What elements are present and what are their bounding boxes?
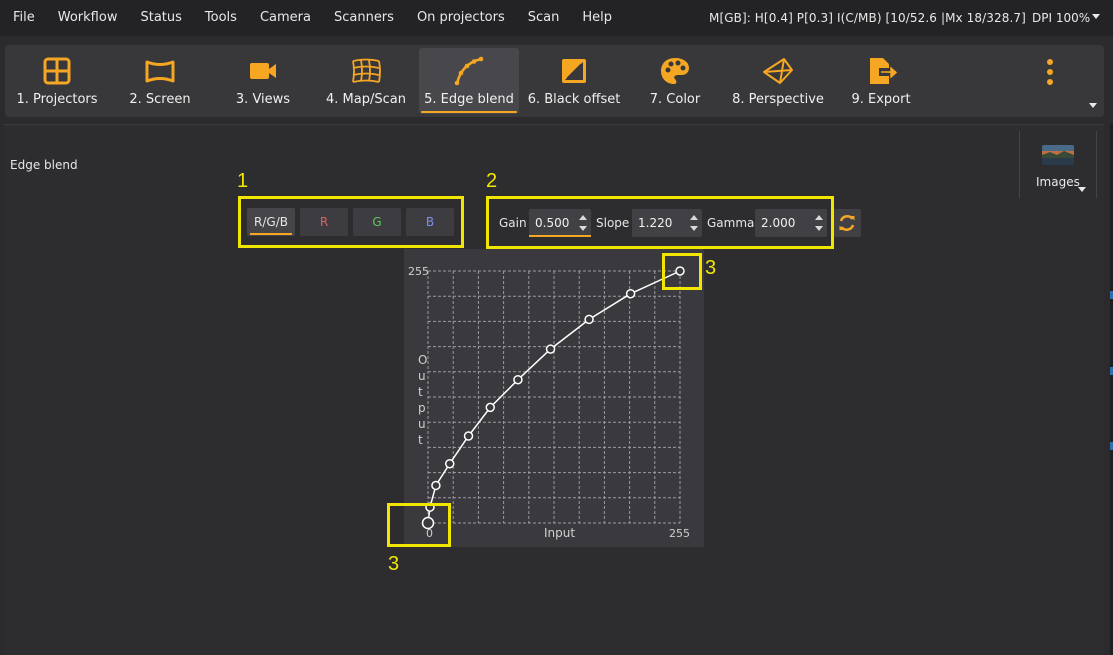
tool-projectors-button[interactable]: 1. Projectors xyxy=(14,48,100,114)
menu-scanners[interactable]: Scanners xyxy=(322,1,405,35)
annotation-box-3-bottom xyxy=(387,503,451,547)
tool-export-button[interactable]: 9. Export xyxy=(841,48,921,114)
tool-projectors-label: 1. Projectors xyxy=(16,92,98,107)
tool-screen-label: 2. Screen xyxy=(129,92,191,107)
menu-file[interactable]: File xyxy=(0,1,46,35)
chart-grid xyxy=(427,270,681,524)
x-tick-label-max: 255 xyxy=(669,527,690,540)
y-axis-label: Output xyxy=(418,353,427,447)
tool-color-button[interactable]: 7. Color xyxy=(635,48,715,114)
tool-map-scan-label: 4. Map/Scan xyxy=(326,92,406,107)
tool-edge-blend-label: 5. Edge blend xyxy=(424,92,514,107)
menu-tools[interactable]: Tools xyxy=(193,1,248,35)
menu-camera[interactable]: Camera xyxy=(248,1,322,35)
chevron-down-icon[interactable] xyxy=(1078,187,1086,192)
tool-black-offset-button[interactable]: 6. Black offset xyxy=(527,48,621,114)
tool-black-offset-label: 6. Black offset xyxy=(527,92,621,107)
menu-help[interactable]: Help xyxy=(571,1,624,35)
curve-control-point[interactable] xyxy=(431,480,441,491)
dpi-selector[interactable]: DPI 100% xyxy=(1032,0,1090,36)
tool-export-label: 9. Export xyxy=(851,92,911,107)
workflow-toolbar: 1. Projectors 2. Screen 3. Views 4. Map/… xyxy=(5,45,1104,117)
annotation-box-2 xyxy=(486,196,834,249)
curve-control-point[interactable] xyxy=(584,314,594,325)
tool-perspective-label: 8. Perspective xyxy=(732,92,824,107)
tool-perspective-button[interactable]: 8. Perspective xyxy=(727,48,829,114)
toolbar-overflow-arrow-icon[interactable] xyxy=(1089,103,1097,108)
curve-control-point[interactable] xyxy=(485,402,496,413)
tool-views-label: 3. Views xyxy=(235,92,291,107)
reset-button[interactable] xyxy=(833,209,861,237)
menu-status[interactable]: Status xyxy=(129,1,193,35)
curve-control-point[interactable] xyxy=(625,288,636,299)
annotation-number-3-bottom: 3 xyxy=(388,553,400,575)
tool-views-button[interactable]: 3. Views xyxy=(219,48,307,114)
curve-control-point[interactable] xyxy=(444,458,455,469)
curve-control-point[interactable] xyxy=(463,431,474,441)
annotation-number-3-top: 3 xyxy=(705,257,717,279)
black-offset-icon xyxy=(562,59,586,83)
curve-points xyxy=(421,266,685,530)
menu-on-projectors[interactable]: On projectors xyxy=(405,1,516,35)
export-icon xyxy=(870,58,897,84)
annotation-box-3-top xyxy=(662,253,702,290)
menu-bar: File Workflow Status Tools Camera Scanne… xyxy=(0,0,1113,36)
menu-scan[interactable]: Scan xyxy=(516,1,571,35)
palette-icon xyxy=(661,58,689,84)
refresh-icon xyxy=(839,215,855,231)
curved-screen-icon xyxy=(145,60,175,83)
menu-workflow[interactable]: Workflow xyxy=(46,1,129,35)
perspective-icon xyxy=(763,58,793,84)
x-axis-label: Input xyxy=(544,526,575,540)
warped-grid-icon xyxy=(352,58,381,83)
blend-curve-icon xyxy=(454,56,484,86)
tool-map-scan-button[interactable]: 4. Map/Scan xyxy=(321,48,411,114)
memory-status-text: M[GB]: H[0.4] P[0.3] I(C/MB) [10/52.6 |M… xyxy=(709,11,1026,25)
page-title: Edge blend xyxy=(10,158,78,172)
landscape-thumbnail-icon xyxy=(1042,145,1074,165)
grid-icon xyxy=(43,57,71,85)
tool-edge-blend-button[interactable]: 5. Edge blend xyxy=(419,48,519,114)
annotation-box-1 xyxy=(238,196,464,248)
video-camera-icon xyxy=(250,63,276,79)
more-options-icon[interactable] xyxy=(1045,58,1055,88)
images-panel-button[interactable]: Images xyxy=(1019,131,1097,198)
tool-screen-button[interactable]: 2. Screen xyxy=(119,48,201,114)
chevron-down-icon[interactable] xyxy=(1092,14,1100,19)
annotation-number-1: 1 xyxy=(237,170,249,192)
curve-control-point[interactable] xyxy=(513,374,523,385)
tool-color-label: 7. Color xyxy=(649,92,701,107)
images-label: Images xyxy=(1036,175,1080,189)
annotation-number-2: 2 xyxy=(486,170,498,192)
y-tick-label-max: 255 xyxy=(408,265,429,278)
curve-control-point[interactable] xyxy=(545,344,556,354)
